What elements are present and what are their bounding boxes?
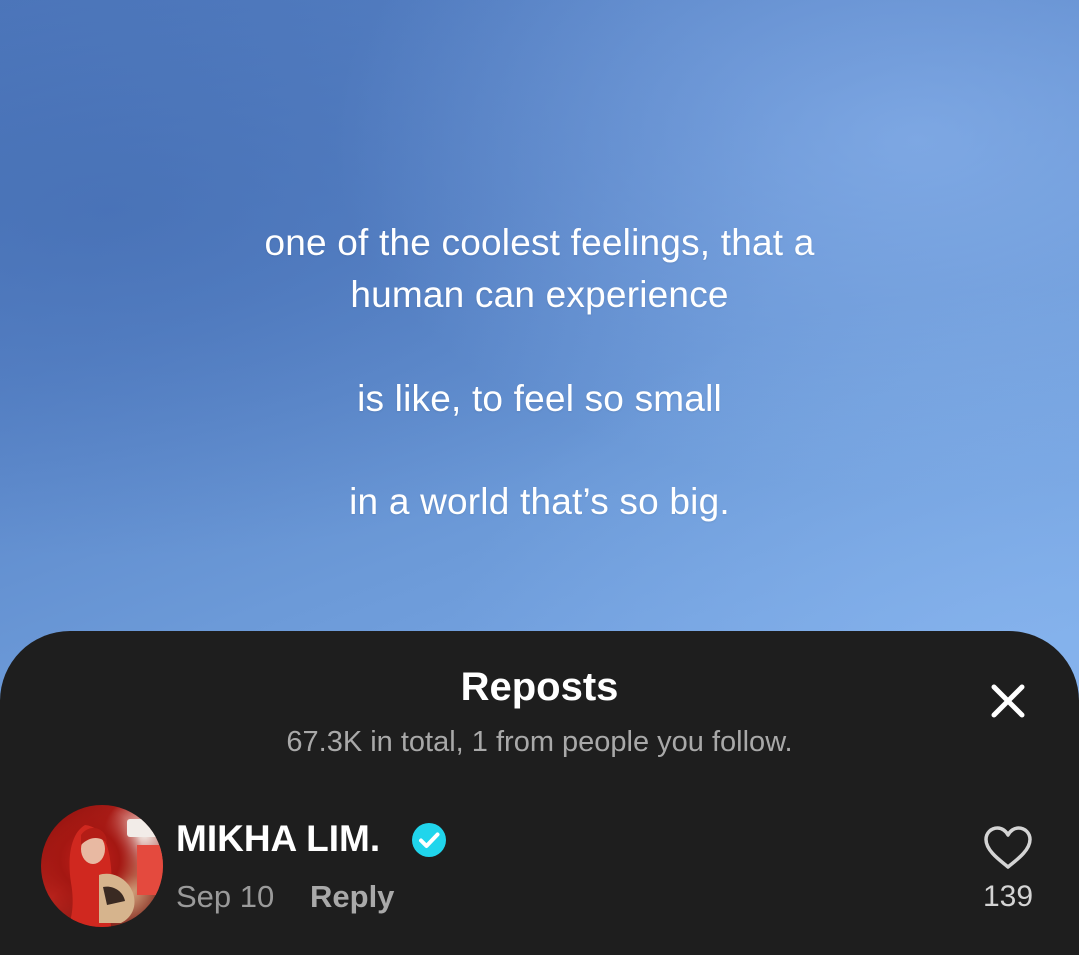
repost-item[interactable]: MIKHA LIM. Sep 10 Reply 139 bbox=[0, 803, 1079, 933]
heart-outline-icon bbox=[984, 826, 1032, 869]
verified-badge-icon bbox=[410, 821, 448, 859]
video-background[interactable]: one of the coolest feelings, that a huma… bbox=[0, 0, 1079, 700]
video-caption-line-4: in a world that’s so big. bbox=[349, 481, 730, 522]
reply-button[interactable]: Reply bbox=[310, 877, 394, 917]
sheet-title: Reposts bbox=[460, 665, 619, 709]
sheet-subtitle: 67.3K in total, 1 from people you follow… bbox=[286, 726, 793, 758]
close-button[interactable] bbox=[982, 675, 1034, 727]
video-caption-line-3: is like, to feel so small bbox=[357, 378, 722, 419]
like-count: 139 bbox=[982, 880, 1034, 913]
avatar-image bbox=[67, 819, 163, 927]
reposts-sheet: Reposts 67.3K in total, 1 from people yo… bbox=[0, 631, 1079, 955]
like-button[interactable] bbox=[982, 825, 1034, 871]
video-caption-line-2: human can experience bbox=[350, 274, 729, 315]
repost-date: Sep 10 bbox=[176, 879, 275, 914]
repost-username[interactable]: MIKHA LIM. bbox=[176, 817, 380, 861]
video-caption-line-1: one of the coolest feelings, that a bbox=[264, 222, 815, 263]
close-icon bbox=[991, 684, 1025, 718]
reposts-screen: one of the coolest feelings, that a huma… bbox=[0, 0, 1079, 955]
avatar[interactable] bbox=[41, 805, 163, 927]
